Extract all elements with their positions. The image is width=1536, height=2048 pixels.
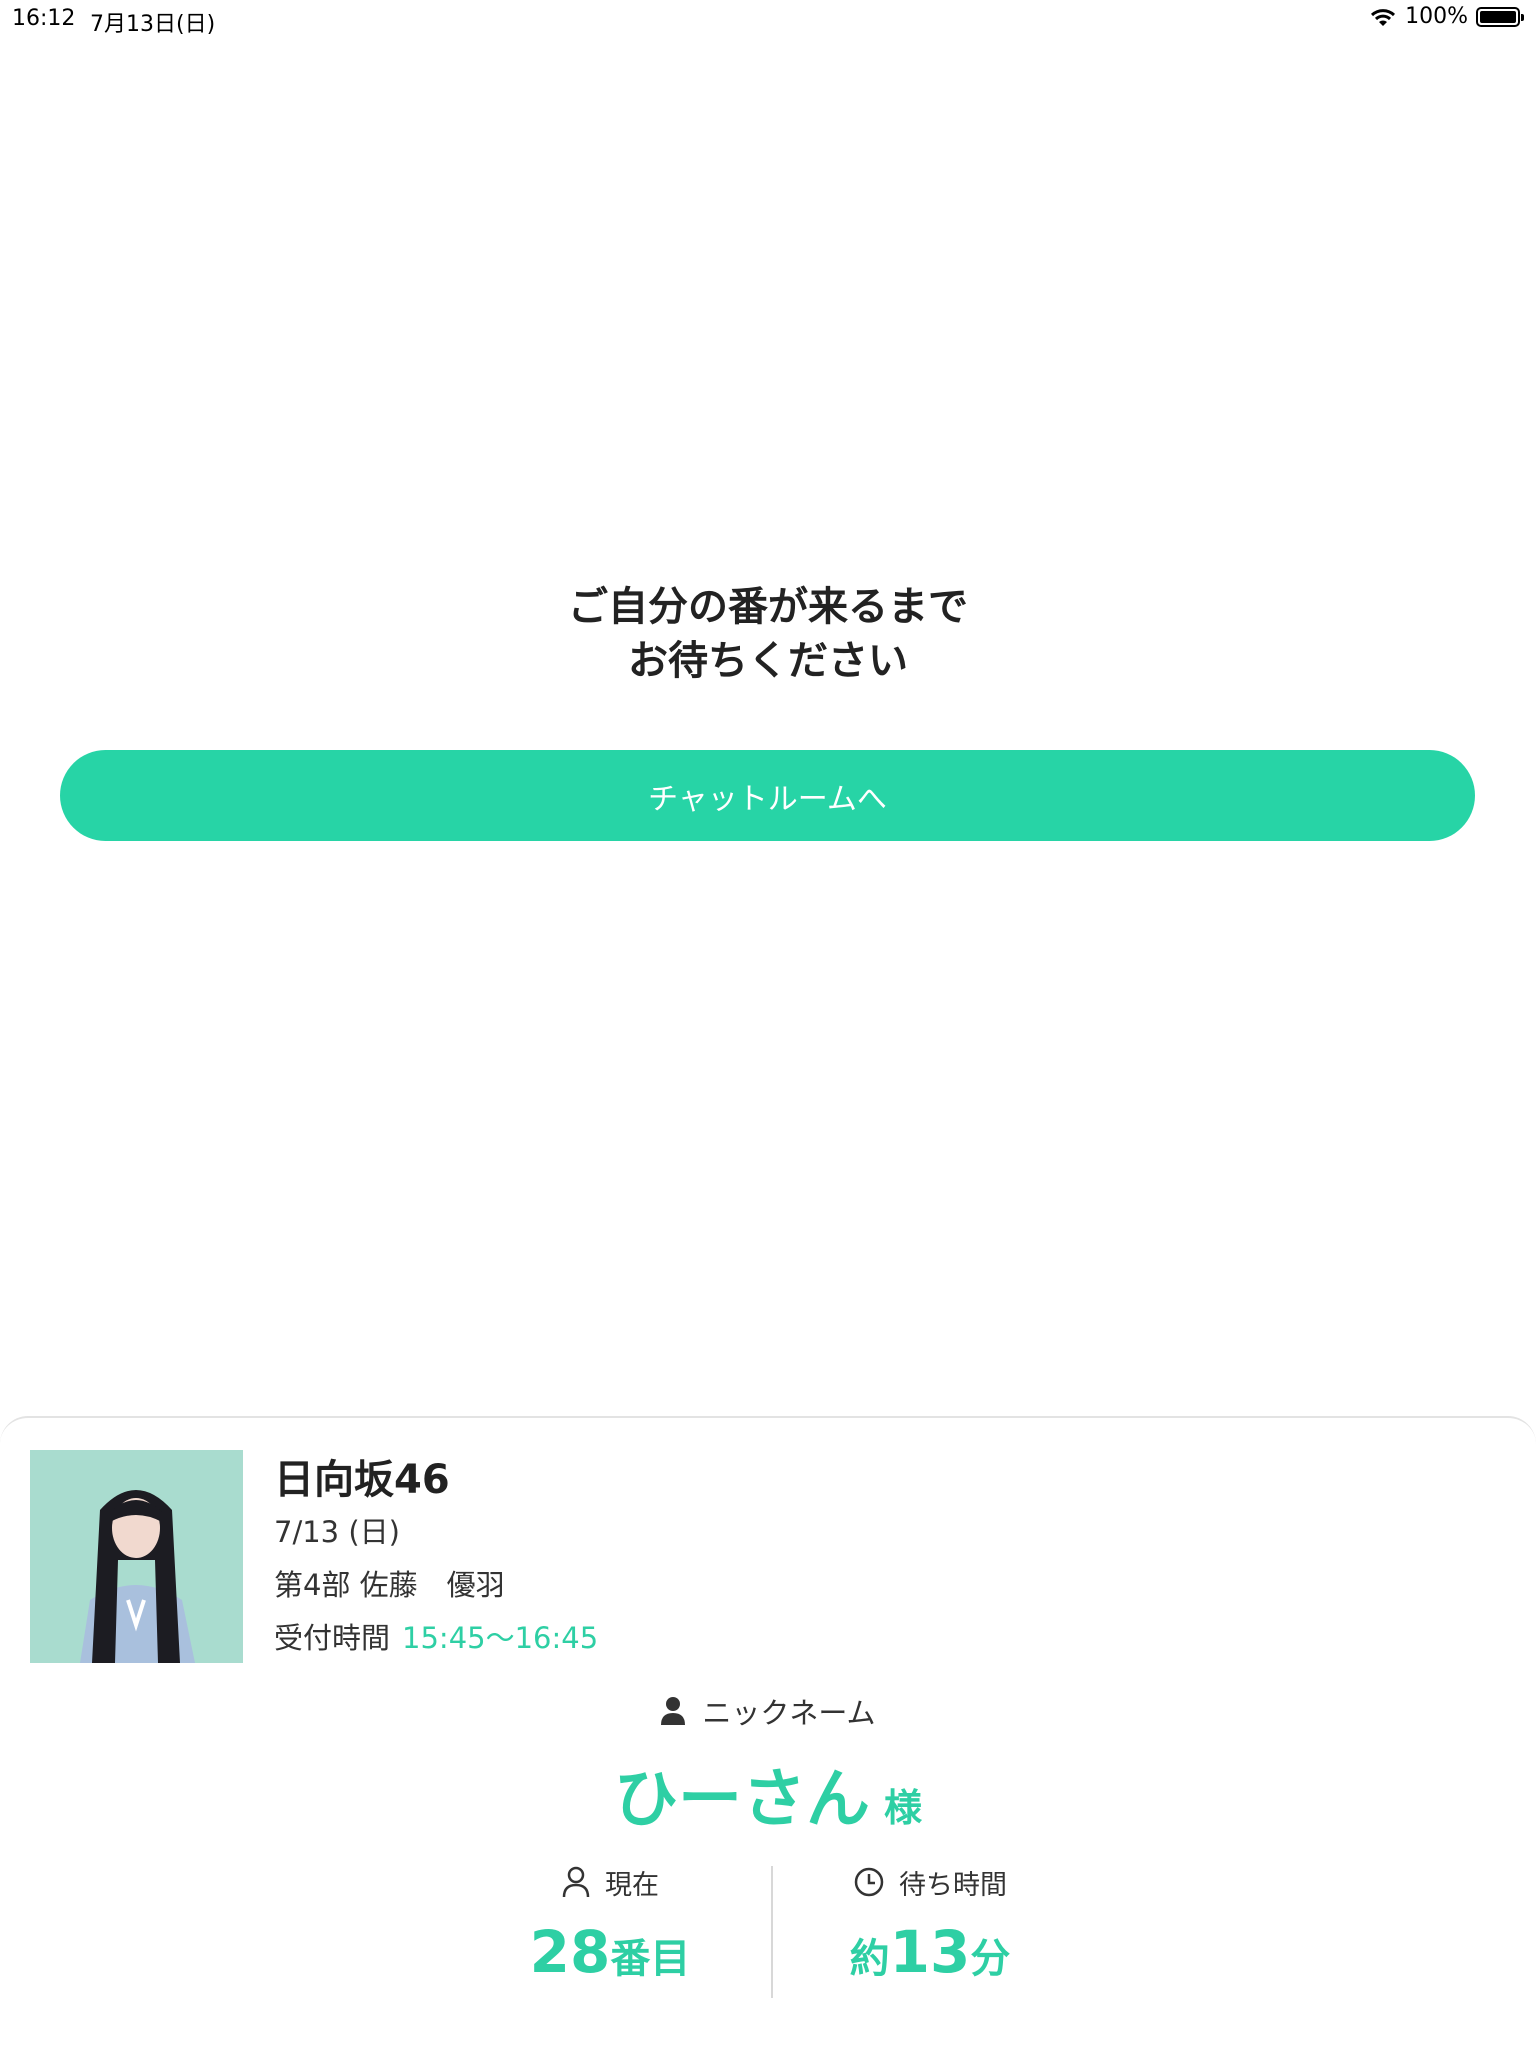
nickname-label-row: ニックネーム xyxy=(0,1690,1536,1732)
wait-label-row: 待ち時間 xyxy=(710,1858,1150,1906)
wait-message-line1: ご自分の番が来るまで xyxy=(568,584,968,630)
wifi-icon xyxy=(1371,8,1396,26)
reception-time-row: 受付時間 15:45〜16:45 xyxy=(274,1612,598,1665)
chat-room-button[interactable]: チャットルームへ xyxy=(60,750,1475,841)
current-unit: 番目 xyxy=(610,1936,691,1982)
wait-message: ご自分の番が来るまで お待ちください xyxy=(0,580,1536,688)
group-name: 日向坂46 xyxy=(274,1457,450,1503)
wait-number: 13 xyxy=(889,1918,971,1986)
battery-icon xyxy=(1476,6,1524,27)
nickname-label: ニックネーム xyxy=(702,1696,876,1730)
status-bar: 16:12 7月13日(日) 100% xyxy=(0,0,1536,38)
status-indicators: 100% xyxy=(1369,4,1524,29)
battery-percentage: 100% xyxy=(1405,4,1468,29)
current-label: 現在 xyxy=(605,1869,659,1901)
nickname-row: ひーさん様 xyxy=(0,1748,1536,1840)
reception-time: 15:45〜16:45 xyxy=(402,1621,599,1655)
current-number: 28 xyxy=(529,1918,611,1986)
clock-icon xyxy=(854,1867,884,1897)
member-photo xyxy=(30,1450,243,1663)
status-date: 7月13日(日) xyxy=(90,12,216,37)
nickname-value: ひーさん xyxy=(613,1763,870,1837)
person-outline-icon xyxy=(562,1866,590,1898)
nickname-suffix: 様 xyxy=(883,1786,922,1830)
wait-message-line2: お待ちください xyxy=(628,638,908,684)
status-time: 16:12 xyxy=(12,6,76,31)
session-member: 第4部 佐藤 優羽 xyxy=(274,1568,505,1602)
battery-level xyxy=(1480,10,1516,23)
waiting-screen: 16:12 7月13日(日) 100% ご自分の番が来るまで お待ちください チ… xyxy=(0,0,1536,2048)
wait-prefix: 約 xyxy=(849,1936,890,1982)
wait-time-value: 約13分 xyxy=(710,1918,1150,1986)
event-details: 日向坂46 7/13 (日) 第4部 佐藤 優羽 受付時間 15:45〜16:45 xyxy=(274,1454,598,1665)
event-date: 7/13 (日) xyxy=(274,1515,400,1549)
wait-label: 待ち時間 xyxy=(899,1869,1007,1901)
wait-time: 待ち時間 約13分 xyxy=(710,1858,1150,1986)
member-portrait-image xyxy=(30,1450,243,1663)
reservation-card: 日向坂46 7/13 (日) 第4部 佐藤 優羽 受付時間 15:45〜16:45… xyxy=(0,1416,1536,2048)
person-icon xyxy=(661,1697,686,1725)
reception-label: 受付時間 xyxy=(274,1621,391,1655)
wait-unit: 分 xyxy=(970,1936,1011,1982)
queue-stats: 現在 28番目 待ち時間 約13分 xyxy=(0,1858,1536,1998)
